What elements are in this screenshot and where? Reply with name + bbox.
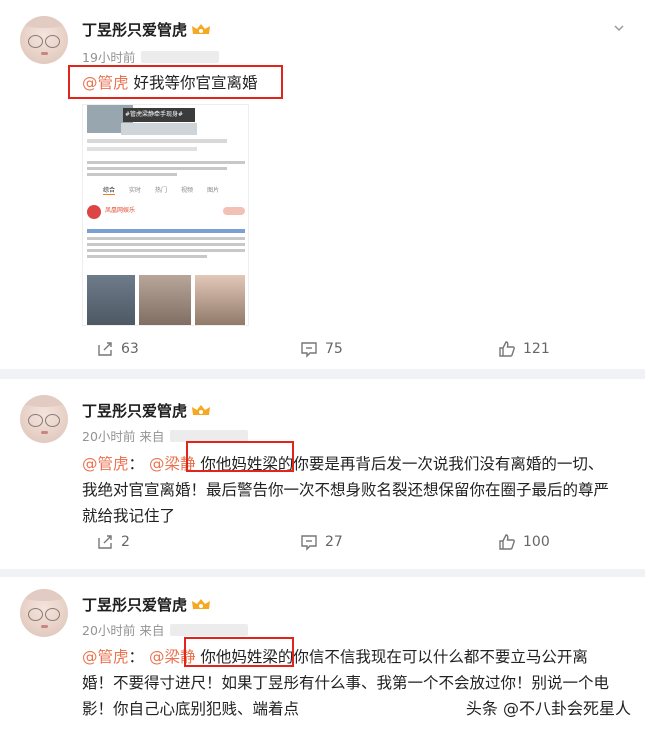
avatar[interactable] — [20, 16, 68, 64]
weibo-post: 丁昱彤只爱管虎 19小时前 @管虎 好我等你官宣离婚 #管虎梁静牵手现身# 综合… — [0, 0, 645, 369]
blurred-source — [170, 624, 249, 636]
mention-link[interactable]: @管虎 — [82, 455, 129, 473]
author-name[interactable]: 丁昱彤只爱管虎 — [82, 400, 211, 421]
highlight-box — [186, 441, 294, 472]
like-button[interactable]: 100 — [498, 533, 550, 551]
vip-crown-icon — [192, 24, 211, 34]
weibo-post: 丁昱彤只爱管虎 20小时前 来自 @管虎： @梁静 你他妈姓梁的你要是再背后发一… — [0, 379, 645, 569]
avatar[interactable] — [20, 395, 68, 443]
like-button[interactable]: 121 — [498, 340, 550, 358]
vip-crown-icon — [192, 405, 211, 415]
mention-link[interactable]: @管虎 — [82, 648, 129, 666]
repost-button[interactable]: 63 — [96, 340, 139, 358]
highlight-box — [184, 637, 294, 667]
comment-icon — [301, 535, 317, 551]
action-bar: 2 27 100 — [0, 533, 645, 555]
blurred-source — [141, 51, 220, 63]
like-icon — [499, 534, 515, 550]
comment-icon — [301, 342, 317, 358]
weibo-post: 丁昱彤只爱管虎 20小时前 来自 @管虎： @梁静 你他妈姓梁的你信不信我现在可… — [0, 577, 645, 731]
vip-crown-icon — [192, 599, 211, 609]
highlight-box — [68, 65, 283, 99]
embedded-screenshot[interactable]: #管虎梁静牵手现身# 综合 实时 热门 视频 图片 凤凰网娱乐 — [82, 104, 249, 326]
comment-button[interactable]: 75 — [300, 340, 343, 358]
chevron-down-icon[interactable] — [613, 22, 625, 34]
like-icon — [499, 341, 515, 357]
author-name[interactable]: 丁昱彤只爱管虎 — [82, 19, 211, 40]
repost-icon — [98, 342, 112, 356]
avatar[interactable] — [20, 589, 68, 637]
post-text: @管虎： @梁静 你他妈姓梁的你要是再背后发一次说我们没有离婚的一切、我绝对官宣… — [82, 455, 610, 525]
author-name[interactable]: 丁昱彤只爱管虎 — [82, 594, 211, 615]
watermark: 头条 @不八卦会死星人 — [465, 699, 631, 718]
action-bar: 63 75 121 — [0, 340, 645, 362]
repost-icon — [98, 535, 112, 549]
repost-button[interactable]: 2 — [96, 533, 130, 551]
comment-button[interactable]: 27 — [300, 533, 343, 551]
post-time: 19小时前 — [82, 47, 220, 66]
